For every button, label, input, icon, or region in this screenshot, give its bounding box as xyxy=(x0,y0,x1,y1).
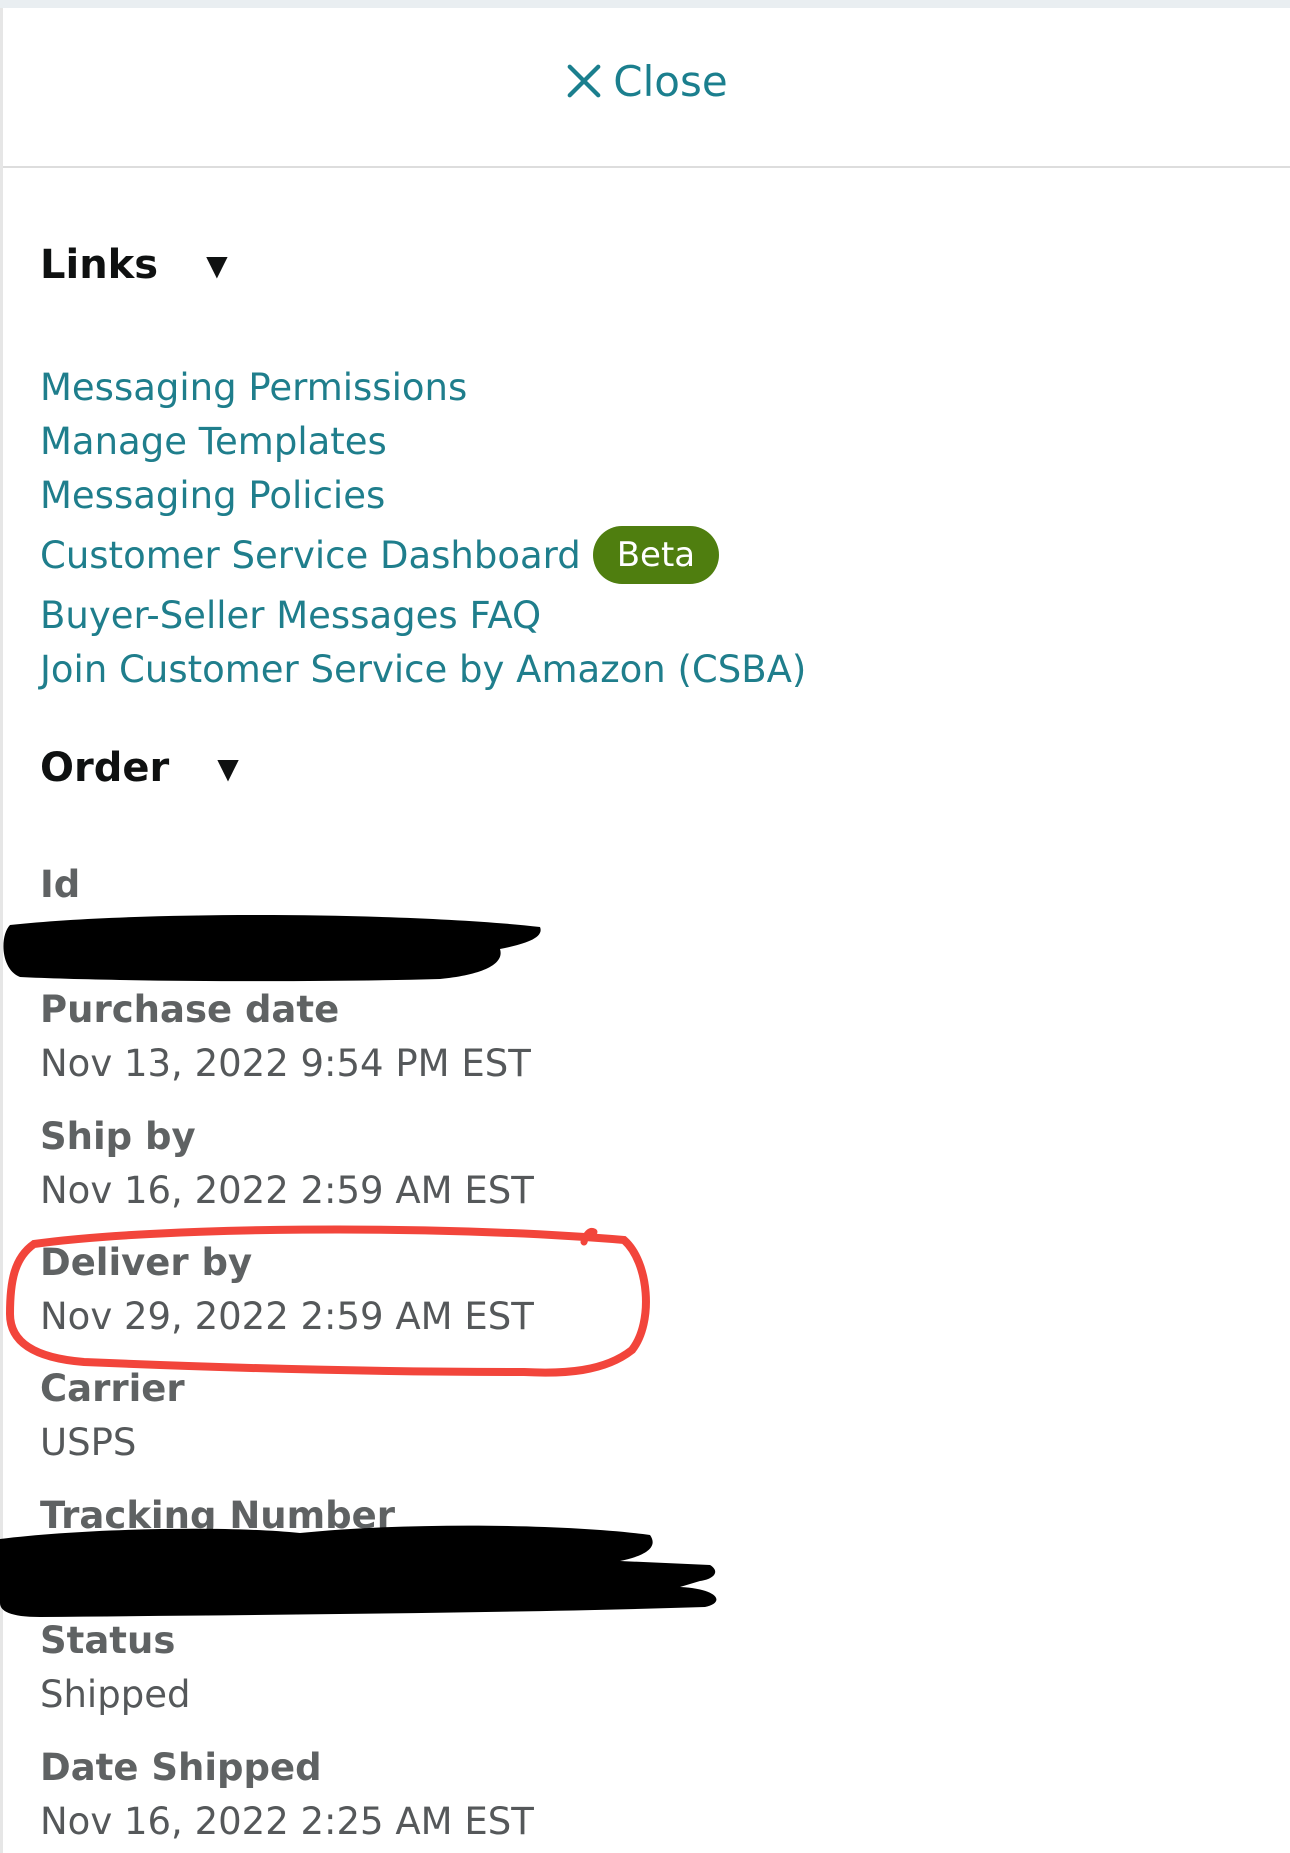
redaction-mark xyxy=(0,1525,717,1617)
field-date-shipped: Date Shipped Nov 16, 2022 2:25 AM EST xyxy=(40,1741,534,1849)
field-ship-by: Ship by Nov 16, 2022 2:59 AM EST xyxy=(40,1110,534,1218)
status-value: Shipped xyxy=(40,1673,191,1716)
link-join-csba[interactable]: Join Customer Service by Amazon (CSBA) xyxy=(40,642,806,696)
link-messaging-policies[interactable]: Messaging Policies xyxy=(40,468,806,522)
link-messaging-permissions[interactable]: Messaging Permissions xyxy=(40,360,806,414)
field-purchase-date: Purchase date Nov 13, 2022 9:54 PM EST xyxy=(40,983,531,1091)
close-icon xyxy=(567,64,601,98)
links-section-toggle[interactable]: Links ▼ xyxy=(40,242,228,288)
top-edge xyxy=(0,0,1290,8)
ship-by-label: Ship by xyxy=(40,1115,196,1158)
ship-by-value: Nov 16, 2022 2:59 AM EST xyxy=(40,1169,534,1212)
field-status: Status Shipped xyxy=(40,1614,190,1722)
beta-badge: Beta xyxy=(592,526,720,584)
link-customer-service-dashboard-row: Customer Service Dashboard Beta xyxy=(40,522,806,588)
order-section-title: Order xyxy=(40,745,170,791)
status-label: Status xyxy=(40,1619,176,1662)
carrier-value: USPS xyxy=(40,1421,137,1464)
field-id: Id xyxy=(40,858,80,912)
order-section-toggle[interactable]: Order ▼ xyxy=(40,745,239,791)
purchase-date-value: Nov 13, 2022 9:54 PM EST xyxy=(40,1042,531,1085)
link-manage-templates[interactable]: Manage Templates xyxy=(40,414,806,468)
close-button[interactable]: Close xyxy=(565,56,728,106)
date-shipped-label: Date Shipped xyxy=(40,1746,322,1789)
close-label: Close xyxy=(613,56,728,106)
links-section-title: Links xyxy=(40,242,159,288)
date-shipped-value: Nov 16, 2022 2:25 AM EST xyxy=(40,1800,534,1843)
highlight-circle xyxy=(5,1225,650,1377)
links-list: Messaging Permissions Manage Templates M… xyxy=(40,360,806,696)
link-buyer-seller-faq[interactable]: Buyer-Seller Messages FAQ xyxy=(40,588,806,642)
caret-down-icon: ▼ xyxy=(217,751,239,785)
redaction-mark xyxy=(3,915,541,982)
link-customer-service-dashboard[interactable]: Customer Service Dashboard xyxy=(40,534,581,577)
field-id-label: Id xyxy=(40,863,81,906)
field-carrier: Carrier USPS xyxy=(40,1362,185,1470)
close-bar: Close xyxy=(3,8,1290,168)
carrier-label: Carrier xyxy=(40,1367,185,1410)
purchase-date-label: Purchase date xyxy=(40,988,340,1031)
caret-down-icon: ▼ xyxy=(206,248,228,282)
